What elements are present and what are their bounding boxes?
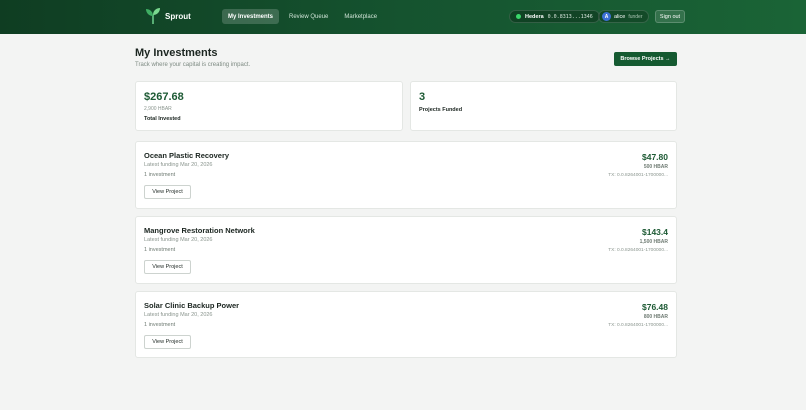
top-nav-bar: Sprout My Investments Review Queue Marke…: [0, 0, 806, 34]
latest-funding-date: Latest funding Mar 20, 2026: [144, 162, 213, 168]
investment-card: Ocean Plastic Recovery Latest funding Ma…: [135, 141, 677, 209]
project-name: Mangrove Restoration Network: [144, 226, 255, 235]
investment-count: 1 investment: [144, 172, 176, 178]
browse-projects-button[interactable]: Browse Projects →: [614, 52, 677, 66]
project-name: Ocean Plastic Recovery: [144, 151, 230, 160]
investment-hbar: 1,500 HBAR: [639, 239, 668, 245]
investment-amount: $143.4: [642, 227, 668, 237]
total-invested-card: $267.68 2,900 HBAR Total Invested: [135, 81, 403, 131]
page-subtitle: Track where your capital is creating imp…: [135, 62, 251, 68]
sign-out-button[interactable]: Sign out: [655, 10, 685, 23]
sprout-logo-icon: [146, 8, 160, 24]
view-project-button[interactable]: View Project: [144, 185, 191, 199]
view-project-button[interactable]: View Project: [144, 335, 191, 349]
tab-review-queue[interactable]: Review Queue: [283, 9, 334, 24]
total-invested-hbar: 2,900 HBAR: [144, 106, 172, 112]
connected-dot-icon: [516, 14, 521, 19]
projects-funded-label: Projects Funded: [419, 107, 463, 113]
main-nav: My Investments Review Queue Marketplace: [222, 9, 383, 24]
investment-hbar: 500 HBAR: [643, 164, 668, 170]
total-invested-value: $267.68: [144, 91, 184, 103]
projects-funded-card: 3 Projects Funded: [410, 81, 677, 131]
transaction-id[interactable]: TX: 0.0.8264001-1700000...: [608, 248, 668, 253]
avatar: A: [602, 12, 611, 21]
projects-funded-value: 3: [419, 91, 426, 103]
transaction-id[interactable]: TX: 0.0.8264001-1700000...: [608, 173, 668, 178]
investment-card: Solar Clinic Backup Power Latest funding…: [135, 291, 677, 358]
latest-funding-date: Latest funding Mar 20, 2026: [144, 312, 213, 318]
transaction-id[interactable]: TX: 0.0.8264001-1700000...: [608, 323, 668, 328]
investment-count: 1 investment: [144, 322, 176, 328]
wallet-network: Hedera: [525, 13, 544, 20]
user-role: funder: [628, 13, 643, 20]
tab-marketplace[interactable]: Marketplace: [338, 9, 383, 24]
page-title: My Investments: [135, 47, 218, 59]
latest-funding-date: Latest funding Mar 20, 2026: [144, 237, 213, 243]
wallet-account-id: 0.0.8313...1346: [547, 13, 593, 20]
brand-name: Sprout: [165, 11, 191, 21]
user-name: alice: [614, 13, 626, 20]
view-project-button[interactable]: View Project: [144, 260, 191, 274]
wallet-status[interactable]: Hedera 0.0.8313...1346: [509, 10, 600, 23]
brand[interactable]: Sprout: [145, 7, 191, 25]
investment-amount: $47.80: [642, 152, 668, 162]
project-name: Solar Clinic Backup Power: [144, 301, 240, 310]
investment-amount: $76.48: [642, 302, 668, 312]
total-invested-label: Total Invested: [144, 116, 181, 122]
investment-count: 1 investment: [144, 247, 176, 253]
tab-my-investments[interactable]: My Investments: [222, 9, 280, 24]
user-menu[interactable]: A alice funder: [598, 10, 649, 23]
investment-card: Mangrove Restoration Network Latest fund…: [135, 216, 677, 284]
investment-hbar: 800 HBAR: [643, 314, 668, 320]
